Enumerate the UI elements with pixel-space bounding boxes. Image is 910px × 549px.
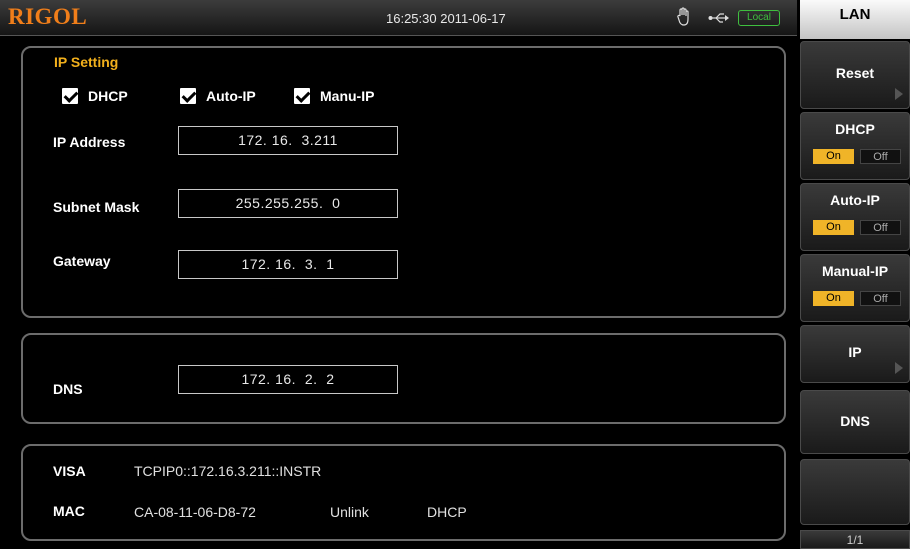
manual-ip-softkey-label: Manual-IP xyxy=(821,263,889,279)
visa-label: VISA xyxy=(53,463,86,479)
checkmark-icon xyxy=(62,88,78,104)
mac-label: MAC xyxy=(53,503,85,519)
reset-softkey-label: Reset xyxy=(835,65,875,81)
manual-ip-off-option: Off xyxy=(860,291,901,306)
gateway-label: Gateway xyxy=(53,253,111,269)
subnet-mask-label: Subnet Mask xyxy=(53,199,140,215)
dhcp-toggle: On Off xyxy=(813,149,901,164)
network-info-panel xyxy=(21,444,786,541)
dhcp-checkbox[interactable]: DHCP xyxy=(62,88,128,104)
auto-ip-checkbox[interactable]: Auto-IP xyxy=(180,88,256,104)
dns-panel xyxy=(21,333,786,424)
manual-ip-softkey[interactable]: Manual-IP On Off xyxy=(800,254,910,322)
ip-softkey[interactable]: IP xyxy=(800,325,910,383)
menu-title: LAN xyxy=(800,0,910,39)
mac-address: CA-08-11-06-D8-72 xyxy=(134,504,256,520)
datetime-display: 16:25:30 2011-06-17 xyxy=(386,11,506,26)
auto-ip-on-option: On xyxy=(813,220,854,235)
link-status: Unlink xyxy=(330,504,369,520)
reset-softkey[interactable]: Reset xyxy=(800,41,910,109)
dns-softkey[interactable]: DNS xyxy=(800,390,910,454)
blank-softkey[interactable] xyxy=(800,459,910,525)
auto-ip-softkey[interactable]: Auto-IP On Off xyxy=(800,183,910,251)
gateway-field[interactable]: 172. 16. 3. 1 xyxy=(178,250,398,279)
manu-ip-checkbox-label: Manu-IP xyxy=(320,88,375,104)
manual-ip-on-option: On xyxy=(813,291,854,306)
checkmark-icon xyxy=(294,88,310,104)
dhcp-off-option: Off xyxy=(860,149,901,164)
ip-setting-panel xyxy=(21,46,786,318)
ip-mode: DHCP xyxy=(427,504,467,520)
dhcp-softkey-label: DHCP xyxy=(835,121,875,137)
page-indicator: 1/1 xyxy=(800,530,910,549)
manu-ip-checkbox[interactable]: Manu-IP xyxy=(294,88,374,104)
auto-ip-off-option: Off xyxy=(860,220,901,235)
submenu-arrow-icon xyxy=(895,88,903,100)
ip-softkey-label: IP xyxy=(848,344,862,360)
dhcp-softkey[interactable]: DHCP On Off xyxy=(800,112,910,180)
hand-icon xyxy=(677,7,689,26)
top-status-bar: RIGOL 16:25:30 2011-06-17 Local xyxy=(0,0,797,36)
rigol-logo: RIGOL xyxy=(8,4,88,29)
auto-ip-toggle: On Off xyxy=(813,220,901,235)
ip-address-label: IP Address xyxy=(53,134,126,150)
local-status-badge: Local xyxy=(738,10,780,26)
auto-ip-checkbox-label: Auto-IP xyxy=(206,88,256,104)
dns-label: DNS xyxy=(53,381,83,397)
submenu-arrow-icon xyxy=(895,362,903,374)
auto-ip-softkey-label: Auto-IP xyxy=(830,192,880,208)
subnet-mask-field[interactable]: 255.255.255. 0 xyxy=(178,189,398,218)
ip-address-field[interactable]: 172. 16. 3.211 xyxy=(178,126,398,155)
dhcp-on-option: On xyxy=(813,149,854,164)
visa-address: TCPIP0::172.16.3.211::INSTR xyxy=(134,463,322,479)
dhcp-checkbox-label: DHCP xyxy=(88,88,128,104)
ip-setting-title: IP Setting xyxy=(54,54,119,70)
checkmark-icon xyxy=(180,88,196,104)
dns-field[interactable]: 172. 16. 2. 2 xyxy=(178,365,398,394)
dns-softkey-label: DNS xyxy=(840,413,870,429)
usb-icon xyxy=(708,13,729,23)
manual-ip-toggle: On Off xyxy=(813,291,901,306)
